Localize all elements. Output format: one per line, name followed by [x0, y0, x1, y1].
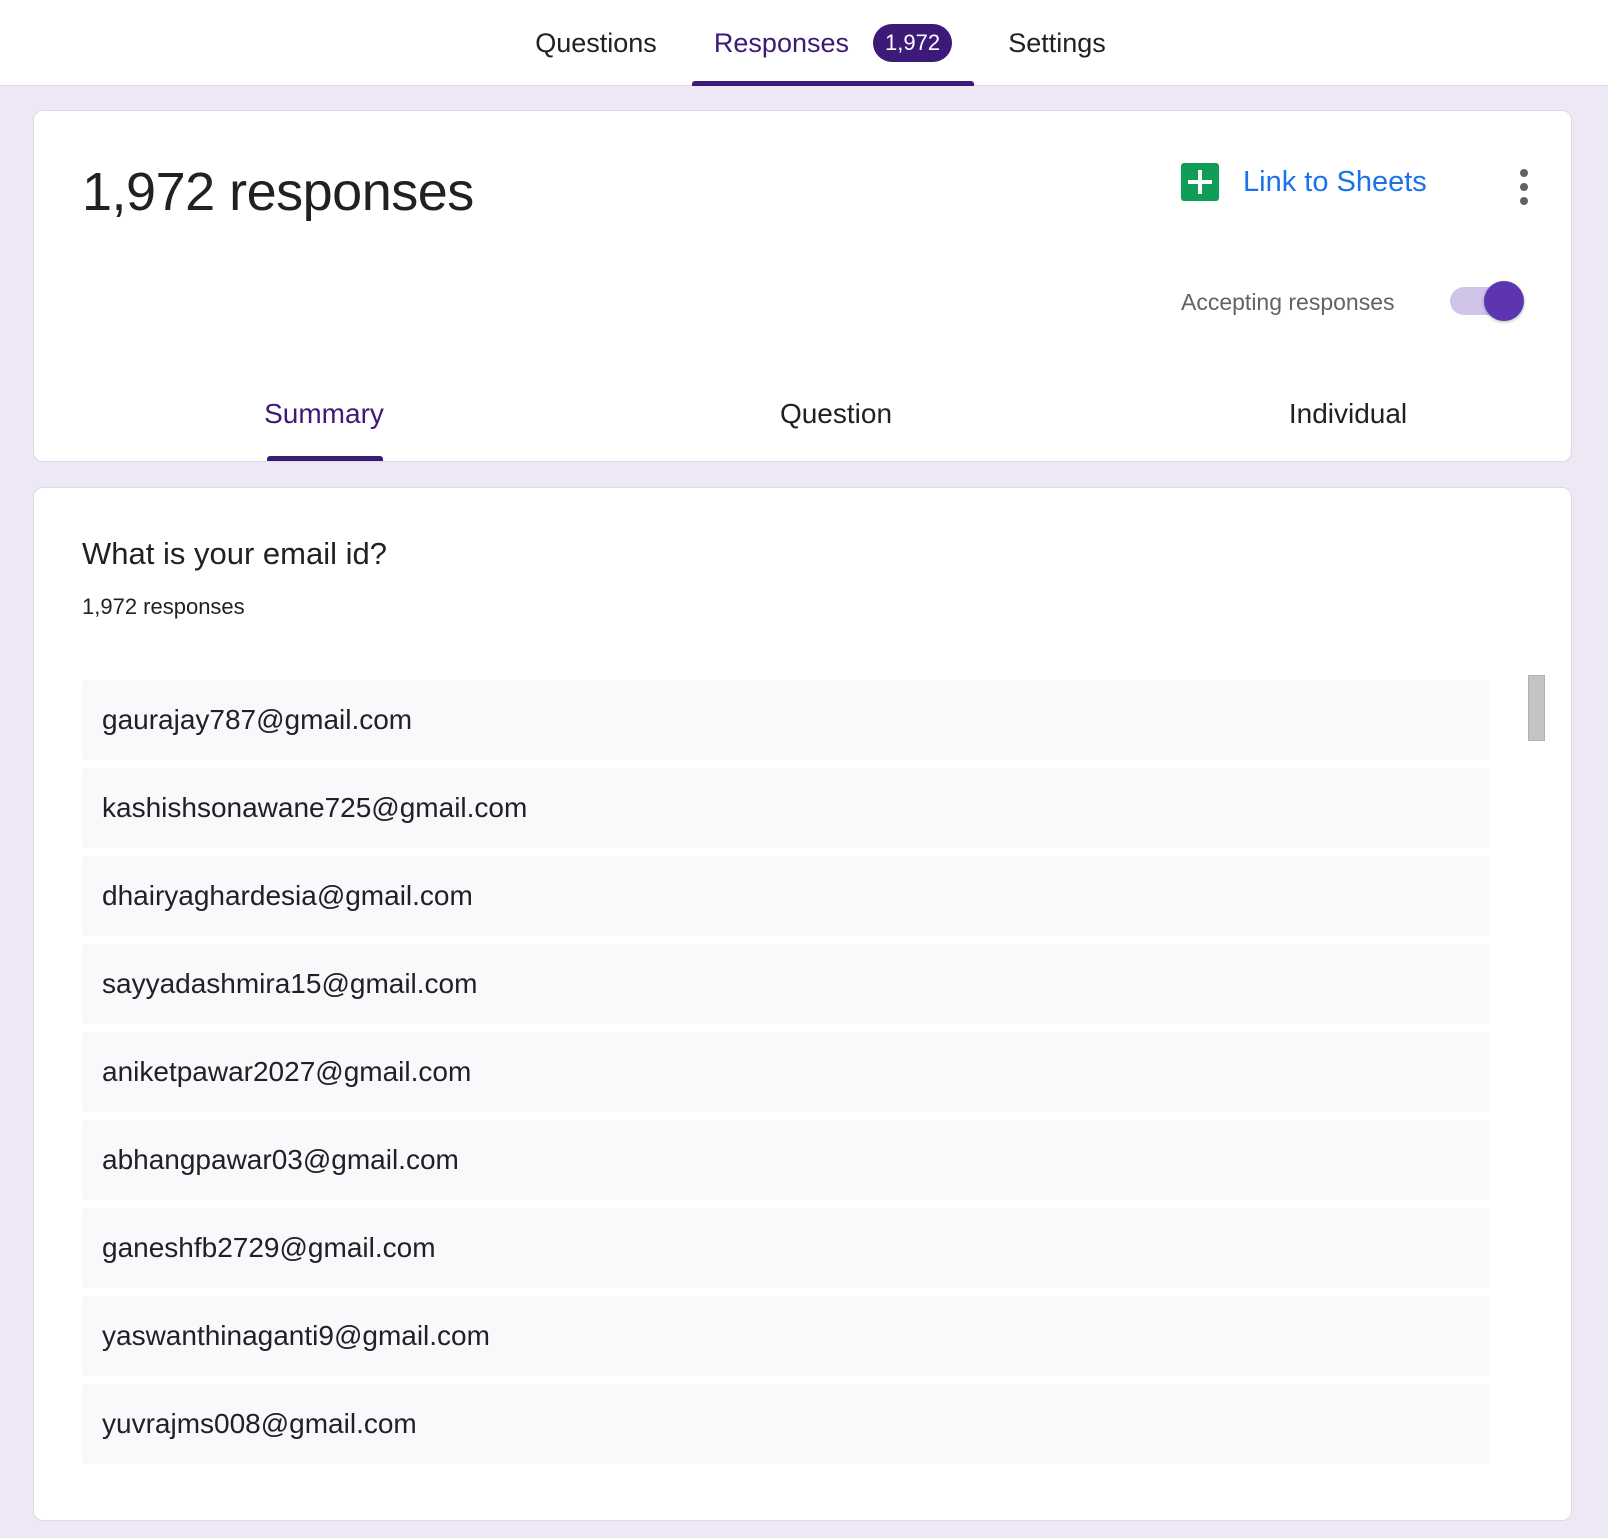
- accepting-responses-toggle[interactable]: [1450, 281, 1526, 321]
- link-to-sheets-label: Link to Sheets: [1243, 165, 1427, 198]
- list-item: sayyadashmira15@gmail.com: [82, 944, 1490, 1024]
- list-item: aniketpawar2027@gmail.com: [82, 1032, 1490, 1112]
- more-options-button[interactable]: [1514, 169, 1534, 209]
- tab-settings[interactable]: Settings: [994, 0, 1120, 86]
- tab-individual[interactable]: Individual: [1188, 366, 1508, 462]
- tab-summary[interactable]: Summary: [164, 366, 484, 462]
- tab-questions-label: Questions: [535, 27, 657, 58]
- accepting-responses-label: Accepting responses: [1181, 289, 1395, 315]
- tab-questions[interactable]: Questions: [520, 0, 672, 86]
- tab-settings-label: Settings: [1008, 27, 1106, 58]
- list-item: kashishsonawane725@gmail.com: [82, 768, 1490, 848]
- page-title: 1,972 responses: [82, 162, 474, 222]
- active-tab-indicator: [692, 81, 974, 86]
- tab-question-label: Question: [779, 398, 893, 429]
- link-to-sheets-button[interactable]: Link to Sheets: [1181, 163, 1427, 201]
- list-item: yuvrajms008@gmail.com: [82, 1384, 1490, 1464]
- tab-summary-label: Summary: [264, 398, 384, 429]
- answer-list: gaurajay787@gmail.com kashishsonawane725…: [82, 680, 1490, 1472]
- more-vert-dot: [1520, 183, 1528, 191]
- google-sheets-icon: [1181, 163, 1219, 201]
- list-item: gaurajay787@gmail.com: [82, 680, 1490, 760]
- top-nav: Questions Responses 1,972 Settings: [0, 0, 1608, 86]
- responses-header-card: 1,972 responses Link to Sheets Accepting…: [33, 110, 1572, 462]
- responses-count-badge: 1,972: [873, 24, 953, 62]
- tab-responses-label: Responses: [713, 27, 850, 58]
- question-response-count: 1,972 responses: [82, 594, 245, 619]
- question-title: What is your email id?: [82, 536, 387, 571]
- tab-question[interactable]: Question: [676, 366, 996, 462]
- toggle-knob: [1484, 281, 1524, 321]
- question-summary-card: What is your email id? 1,972 responses g…: [33, 487, 1572, 1521]
- more-vert-icon: [1520, 169, 1528, 177]
- tab-individual-label: Individual: [1288, 398, 1408, 429]
- active-subtab-indicator: [267, 456, 383, 461]
- answer-list-scrollbar[interactable]: [1528, 675, 1545, 741]
- list-item: ganeshfb2729@gmail.com: [82, 1208, 1490, 1288]
- list-item: dhairyaghardesia@gmail.com: [82, 856, 1490, 936]
- list-item: yaswanthinaganti9@gmail.com: [82, 1296, 1490, 1376]
- tab-responses[interactable]: Responses 1,972: [692, 0, 974, 86]
- list-item: abhangpawar03@gmail.com: [82, 1120, 1490, 1200]
- more-vert-dot: [1520, 197, 1528, 205]
